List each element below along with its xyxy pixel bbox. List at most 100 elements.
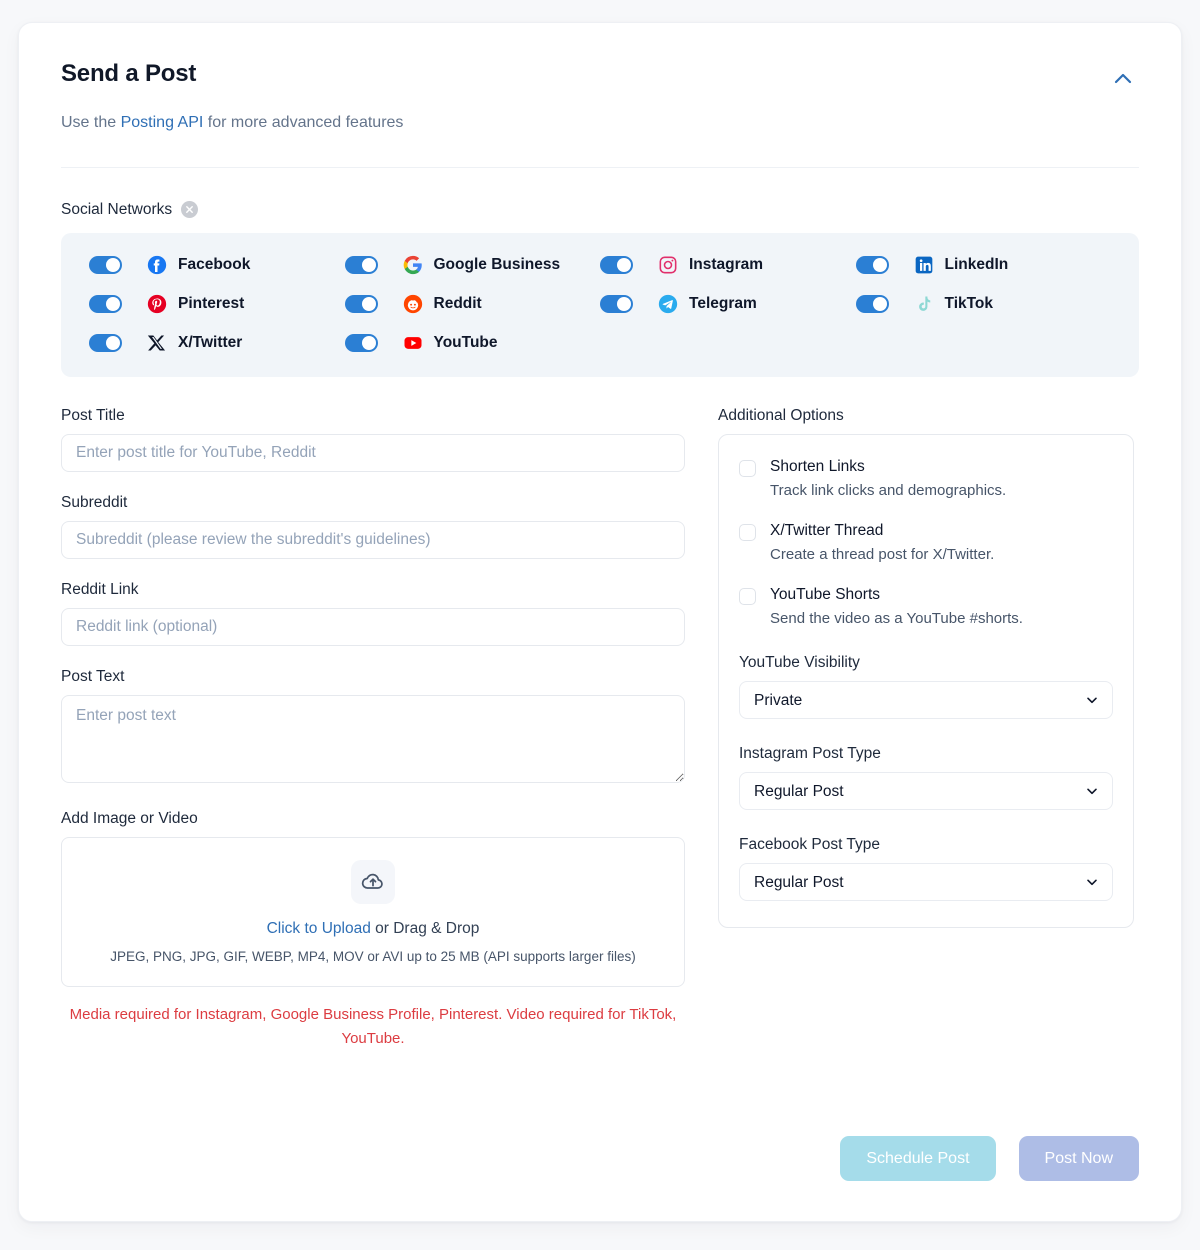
- social-network-item-facebook[interactable]: Facebook: [89, 255, 345, 275]
- option-description: Create a thread post for X/Twitter.: [770, 546, 995, 564]
- collapse-button[interactable]: [1107, 63, 1139, 95]
- tiktok-icon: [914, 294, 934, 314]
- instagram-post-type-select[interactable]: Regular PostStoryReel: [739, 772, 1113, 811]
- toggle-instagram[interactable]: [600, 255, 633, 274]
- social-networks-header: Social Networks: [61, 201, 1139, 219]
- social-network-item-youtube[interactable]: YouTube: [344, 333, 601, 353]
- option-row[interactable]: X/Twitter Thread Create a thread post for…: [739, 521, 1113, 565]
- social-network-label: TikTok: [944, 294, 994, 312]
- social-network-label: Google Business: [433, 255, 561, 273]
- toggle-reddit[interactable]: [344, 294, 378, 313]
- subtitle-suffix: for more advanced features: [203, 114, 404, 131]
- post-text-field: Post Text: [61, 668, 685, 788]
- reddit-link-input[interactable]: [61, 607, 685, 646]
- youtube-visibility-group: YouTube Visibility PrivatePublicUnlisted: [739, 654, 1113, 720]
- social-network-label: LinkedIn: [944, 255, 1009, 273]
- toggle-telegram[interactable]: [600, 294, 633, 313]
- checkbox-x-twitter-thread[interactable]: [739, 523, 756, 541]
- checkbox-youtube-shorts[interactable]: [739, 587, 756, 605]
- option-title: YouTube Shorts: [770, 585, 881, 603]
- header-divider: [61, 166, 1139, 168]
- social-network-label: YouTube: [433, 333, 498, 351]
- option-row[interactable]: YouTube Shorts Send the video as a YouTub…: [739, 585, 1113, 629]
- social-network-label: Instagram: [689, 255, 764, 273]
- subreddit-field: Subreddit: [61, 494, 685, 559]
- social-network-item-x-twitter[interactable]: X/Twitter: [89, 333, 345, 353]
- social-network-item-google-business[interactable]: Google Business: [344, 255, 601, 275]
- social-network-item-linkedin[interactable]: LinkedIn: [855, 255, 1112, 275]
- option-title: X/Twitter Thread: [770, 521, 884, 539]
- reddit-icon: [403, 294, 423, 314]
- additional-options-box: Shorten Links Track link clicks and demog…: [718, 433, 1134, 929]
- pinterest-icon: [147, 294, 167, 314]
- social-network-label: Telegram: [689, 294, 757, 312]
- click-to-upload-link[interactable]: Click to Upload: [267, 920, 371, 937]
- toggle-tiktok[interactable]: [855, 294, 889, 313]
- option-description: Track link clicks and demographics.: [770, 482, 1007, 500]
- social-network-item-tiktok[interactable]: TikTok: [855, 294, 1112, 314]
- toggle-linkedin[interactable]: [855, 255, 889, 274]
- post-now-button[interactable]: Post Now: [1018, 1136, 1139, 1181]
- page-title: Send a Post: [61, 60, 197, 87]
- youtube-visibility-label: YouTube Visibility: [739, 654, 860, 672]
- facebook-post-type-label: Facebook Post Type: [739, 836, 881, 854]
- social-network-item-telegram[interactable]: Telegram: [600, 294, 856, 314]
- reddit-link-label: Reddit Link: [61, 580, 139, 598]
- subreddit-input[interactable]: [61, 520, 685, 559]
- toggle-youtube[interactable]: [344, 333, 378, 352]
- upload-dropzone[interactable]: Click to Upload or Drag & Drop JPEG, PNG…: [61, 836, 685, 987]
- cloud-upload-icon: [351, 859, 395, 904]
- card-footer: Schedule Post Post Now: [840, 1136, 1139, 1181]
- media-required-warning: Media required for Instagram, Google Bus…: [69, 1005, 677, 1047]
- youtube-icon: [403, 333, 423, 353]
- social-network-item-instagram[interactable]: Instagram: [600, 255, 856, 275]
- post-title-input[interactable]: [61, 433, 685, 472]
- social-network-label: Pinterest: [178, 294, 245, 312]
- send-a-post-card: Send a Post Use the Posting API for more…: [18, 22, 1182, 1222]
- checkbox-shorten-links[interactable]: [739, 459, 756, 477]
- x-twitter-icon: [147, 333, 167, 353]
- posting-api-link[interactable]: Posting API: [121, 114, 204, 131]
- google-business-icon: [403, 255, 423, 275]
- drag-drop-text: or Drag & Drop: [370, 919, 480, 937]
- facebook-post-type-group: Facebook Post Type Regular PostStoryReel: [739, 836, 1113, 902]
- post-form-column: Post Title Subreddit Reddit Link Post Te…: [61, 407, 685, 1051]
- social-network-label: Facebook: [178, 255, 251, 273]
- linkedin-icon: [914, 255, 934, 275]
- post-text-textarea[interactable]: [61, 694, 685, 783]
- toggle-google-business[interactable]: [344, 255, 378, 274]
- post-text-label: Post Text: [61, 667, 125, 685]
- toggle-facebook[interactable]: [89, 255, 122, 274]
- toggle-pinterest[interactable]: [89, 294, 122, 313]
- dropzone-cta: Click to Upload or Drag & Drop: [267, 920, 480, 938]
- additional-options-label: Additional Options: [718, 406, 844, 424]
- subtitle-prefix: Use the: [61, 114, 121, 131]
- clear-all-icon[interactable]: [181, 201, 199, 219]
- chevron-up-icon: [1111, 73, 1135, 94]
- social-network-label: X/Twitter: [178, 333, 243, 351]
- post-title-field: Post Title: [61, 407, 685, 472]
- instagram-post-type-label: Instagram Post Type: [739, 745, 881, 763]
- card-header: Send a Post: [61, 60, 1139, 95]
- telegram-icon: [658, 294, 678, 314]
- schedule-post-button[interactable]: Schedule Post: [840, 1136, 996, 1181]
- post-title-label: Post Title: [61, 406, 125, 424]
- reddit-link-field: Reddit Link: [61, 581, 685, 646]
- social-network-label: Reddit: [433, 294, 482, 312]
- option-description: Send the video as a YouTube #shorts.: [770, 609, 1023, 627]
- social-network-item-pinterest[interactable]: Pinterest: [89, 294, 345, 314]
- media-field: Add Image or Video Click to Upload or Dr…: [61, 810, 685, 1051]
- option-row[interactable]: Shorten Links Track link clicks and demog…: [739, 457, 1113, 501]
- facebook-post-type-select[interactable]: Regular PostStoryReel: [739, 863, 1113, 902]
- social-network-item-reddit[interactable]: Reddit: [344, 294, 601, 314]
- toggle-x-twitter[interactable]: [89, 333, 122, 352]
- social-networks-label: Social Networks: [61, 200, 173, 218]
- youtube-visibility-select[interactable]: PrivatePublicUnlisted: [739, 681, 1113, 720]
- additional-options-column: Additional Options Shorten Links Track li…: [718, 407, 1134, 1051]
- instagram-icon: [658, 255, 678, 275]
- supported-formats-text: JPEG, PNG, JPG, GIF, WEBP, MP4, MOV or A…: [110, 948, 636, 964]
- option-title: Shorten Links: [770, 457, 865, 475]
- facebook-icon: [147, 255, 167, 275]
- card-subtitle: Use the Posting API for more advanced fe…: [61, 113, 1139, 134]
- media-label: Add Image or Video: [61, 809, 198, 827]
